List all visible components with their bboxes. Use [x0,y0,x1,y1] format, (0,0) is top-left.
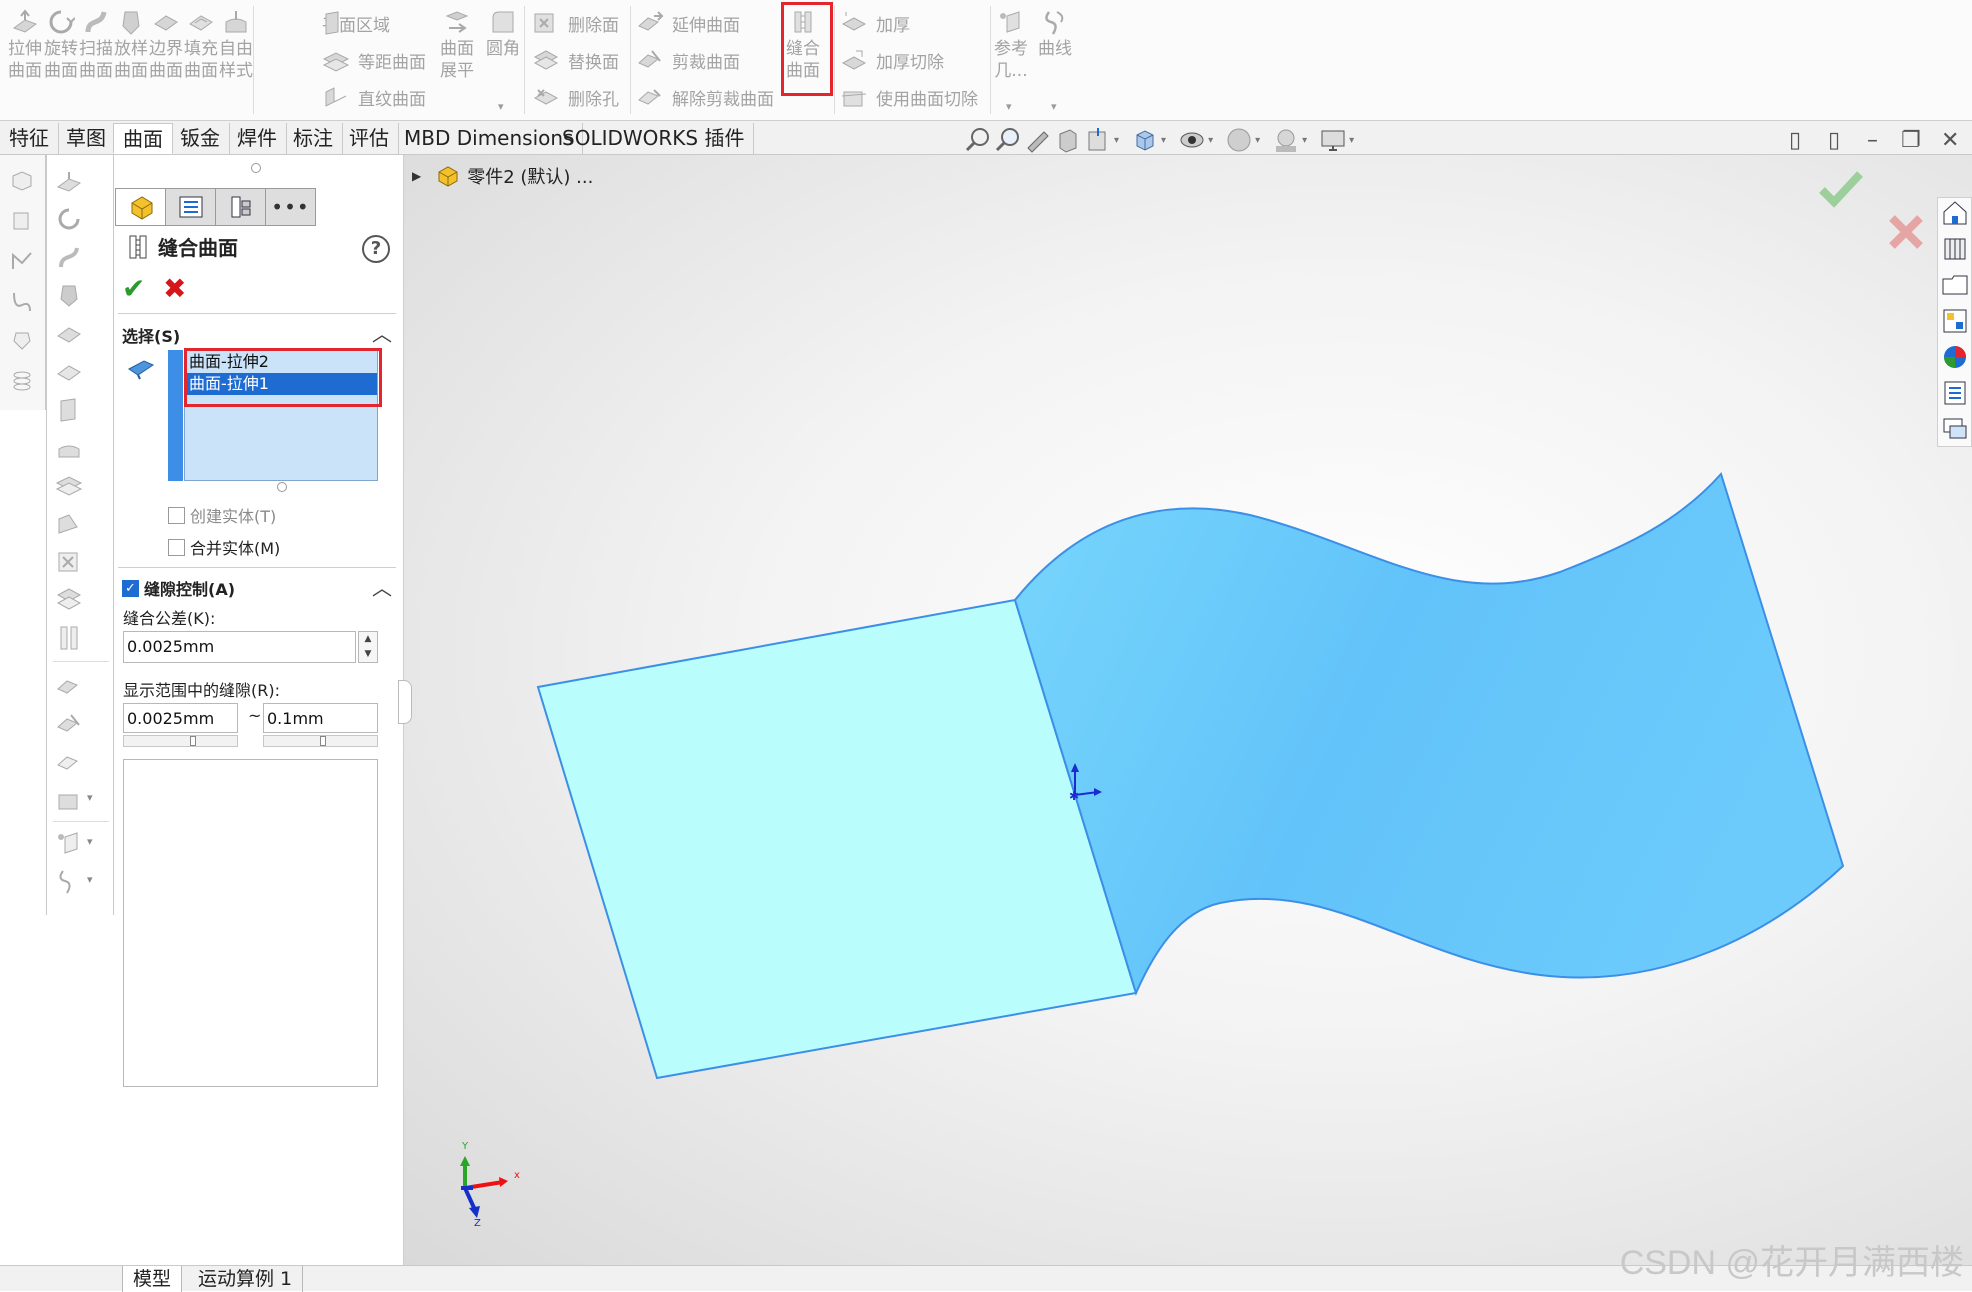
watermark: CSDN @花开月满西楼 [1619,1244,1964,1282]
triad-z-label: Z [474,1218,481,1229]
model-view-svg: ✱ [460,472,1845,1218]
triad-y-label: Y [462,1141,469,1152]
wavy-extruded-surface[interactable] [1013,472,1845,996]
tab-motion-study-1[interactable]: 运动算例 1 [188,1266,304,1292]
tab-model[interactable]: 模型 [122,1266,183,1292]
axis-triad-icon [460,1156,508,1218]
triad-x-label: x [514,1170,520,1181]
svg-text:✱: ✱ [1069,789,1079,803]
